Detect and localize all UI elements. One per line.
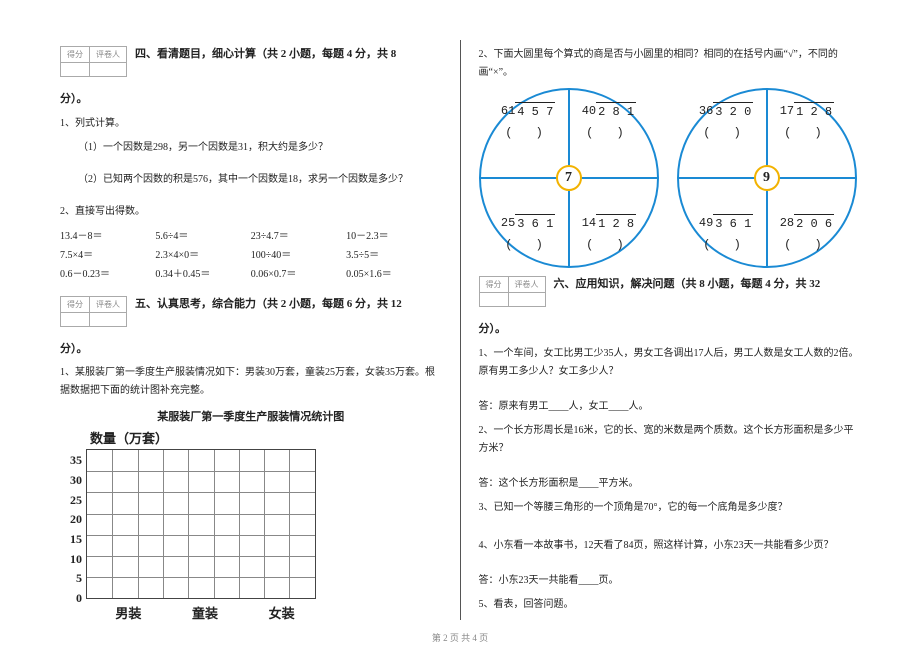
score-label: 得分 [61, 47, 90, 63]
arith-cell: 13.4－8＝ [60, 227, 155, 242]
xlabel: 童装 [192, 603, 218, 622]
q4-1b: （2）已知两个因数的积是576，其中一个因数是18，求另一个因数是多少？ [78, 171, 442, 189]
small-circle-2: 9 [754, 165, 780, 191]
c1-tl: 614 5 7 ( ) [489, 102, 568, 142]
q6-2: 2、一个长方形周长是16米，它的长、宽的米数是两个质数。这个长方形面积是多少平方… [479, 422, 861, 458]
grader-label: 评卷人 [90, 47, 127, 63]
section-4-title-cont: 分）。 [60, 91, 442, 109]
right-column: 2、下面大圆里每个算式的商是否与小圆里的相同？相同的在括号内画“√”，不同的画“… [461, 40, 871, 620]
arith-cell: 0.06×0.7＝ [251, 265, 346, 280]
q4-2: 2、直接写出得数。 [60, 203, 442, 221]
score-label: 得分 [61, 296, 90, 312]
arith-cell: 100÷40＝ [251, 246, 346, 261]
q6-5: 5、看表，回答问题。 [479, 596, 861, 614]
circle-diagrams: 7 614 5 7 ( ) 402 8 1 ( ) 253 6 1 ( ) 14… [479, 88, 861, 268]
q6-3: 3、已知一个等腰三角形的一个顶角是70°，它的每一个底角是多少度？ [479, 499, 861, 517]
c2-tl: 363 2 0 ( ) [687, 102, 766, 142]
small-circle-1: 7 [556, 165, 582, 191]
c1-tr: 402 8 1 ( ) [569, 102, 648, 142]
score-box-4: 得分 评卷人 [60, 46, 127, 77]
chart-x-labels: 男装 童装 女装 [90, 603, 320, 622]
chart-title: 某服装厂第一季度生产服装情况统计图 [60, 408, 442, 424]
arith-cell: 0.6－0.23＝ [60, 265, 155, 280]
grader-label: 评卷人 [508, 277, 545, 293]
score-label: 得分 [479, 277, 508, 293]
ytick: 35 [70, 454, 82, 466]
left-column: 得分 评卷人 四、看清题目，细心计算（共 2 小题，每题 4 分，共 8 分）。… [50, 40, 461, 620]
score-box-5: 得分 评卷人 [60, 296, 127, 327]
xlabel: 男装 [115, 603, 141, 622]
arith-cell: 23÷4.7＝ [251, 227, 346, 242]
chart-y-axis: 35 30 25 20 15 10 5 0 [70, 449, 86, 599]
a6-4: 答：小东23天一共能看____页。 [479, 571, 861, 586]
arith-cell: 7.5×4＝ [60, 246, 155, 261]
chart-ylabel: 数量（万套） [90, 428, 442, 447]
c1-bl: 253 6 1 ( ) [489, 214, 568, 254]
big-circle-1: 7 614 5 7 ( ) 402 8 1 ( ) 253 6 1 ( ) 14… [479, 88, 659, 268]
section-5-title-cont: 分）。 [60, 341, 442, 359]
ytick: 30 [70, 474, 82, 486]
chart-grid [86, 449, 316, 599]
c2-tr: 171 2 8 ( ) [767, 102, 846, 142]
ytick: 20 [70, 513, 82, 525]
ytick: 5 [76, 572, 82, 584]
arith-cell: 0.05×1.6＝ [346, 265, 441, 280]
arith-cell: 0.34＋0.45＝ [155, 265, 250, 280]
q4-1: 1、列式计算。 [60, 115, 442, 133]
a6-1: 答：原来有男工____人，女工____人。 [479, 397, 861, 412]
big-circle-2: 9 363 2 0 ( ) 171 2 8 ( ) 493 6 1 ( ) 28… [677, 88, 857, 268]
q6-4: 4、小东看一本故事书，12天看了84页，照这样计算，小东23天一共能看多少页？ [479, 537, 861, 555]
ytick: 15 [70, 533, 82, 545]
arith-cell: 5.6÷4＝ [155, 227, 250, 242]
c2-br: 282 0 6 ( ) [767, 214, 846, 254]
page-footer: 第 2 页 共 4 页 [0, 631, 920, 644]
ytick: 10 [70, 553, 82, 565]
chart-area: 35 30 25 20 15 10 5 0 [70, 449, 442, 599]
grader-label: 评卷人 [90, 296, 127, 312]
score-box-6: 得分 评卷人 [479, 276, 546, 307]
a6-2: 答：这个长方形面积是____平方米。 [479, 474, 861, 489]
xlabel: 女装 [269, 603, 295, 622]
q5-2: 2、下面大圆里每个算式的商是否与小圆里的相同？相同的在括号内画“√”，不同的画“… [479, 46, 861, 82]
section-6-title-cont: 分）。 [479, 321, 861, 339]
q4-1a: （1）一个因数是298，另一个因数是31，积大约是多少？ [78, 139, 442, 157]
q6-1: 1、一个车间，女工比男工少35人，男女工各调出17人后，男工人数是女工人数的2倍… [479, 345, 861, 381]
c2-bl: 493 6 1 ( ) [687, 214, 766, 254]
arith-cell: 2.3×4×0＝ [155, 246, 250, 261]
q5-1: 1、某服装厂第一季度生产服装情况如下：男装30万套，童装25万套，女装35万套。… [60, 364, 442, 400]
c1-br: 141 2 8 ( ) [569, 214, 648, 254]
arithmetic-grid: 13.4－8＝ 5.6÷4＝ 23÷4.7＝ 10－2.3＝ 7.5×4＝ 2.… [60, 227, 442, 284]
ytick: 25 [70, 494, 82, 506]
arith-cell: 10－2.3＝ [346, 227, 441, 242]
arith-cell: 3.5÷5＝ [346, 246, 441, 261]
ytick: 0 [76, 592, 82, 604]
